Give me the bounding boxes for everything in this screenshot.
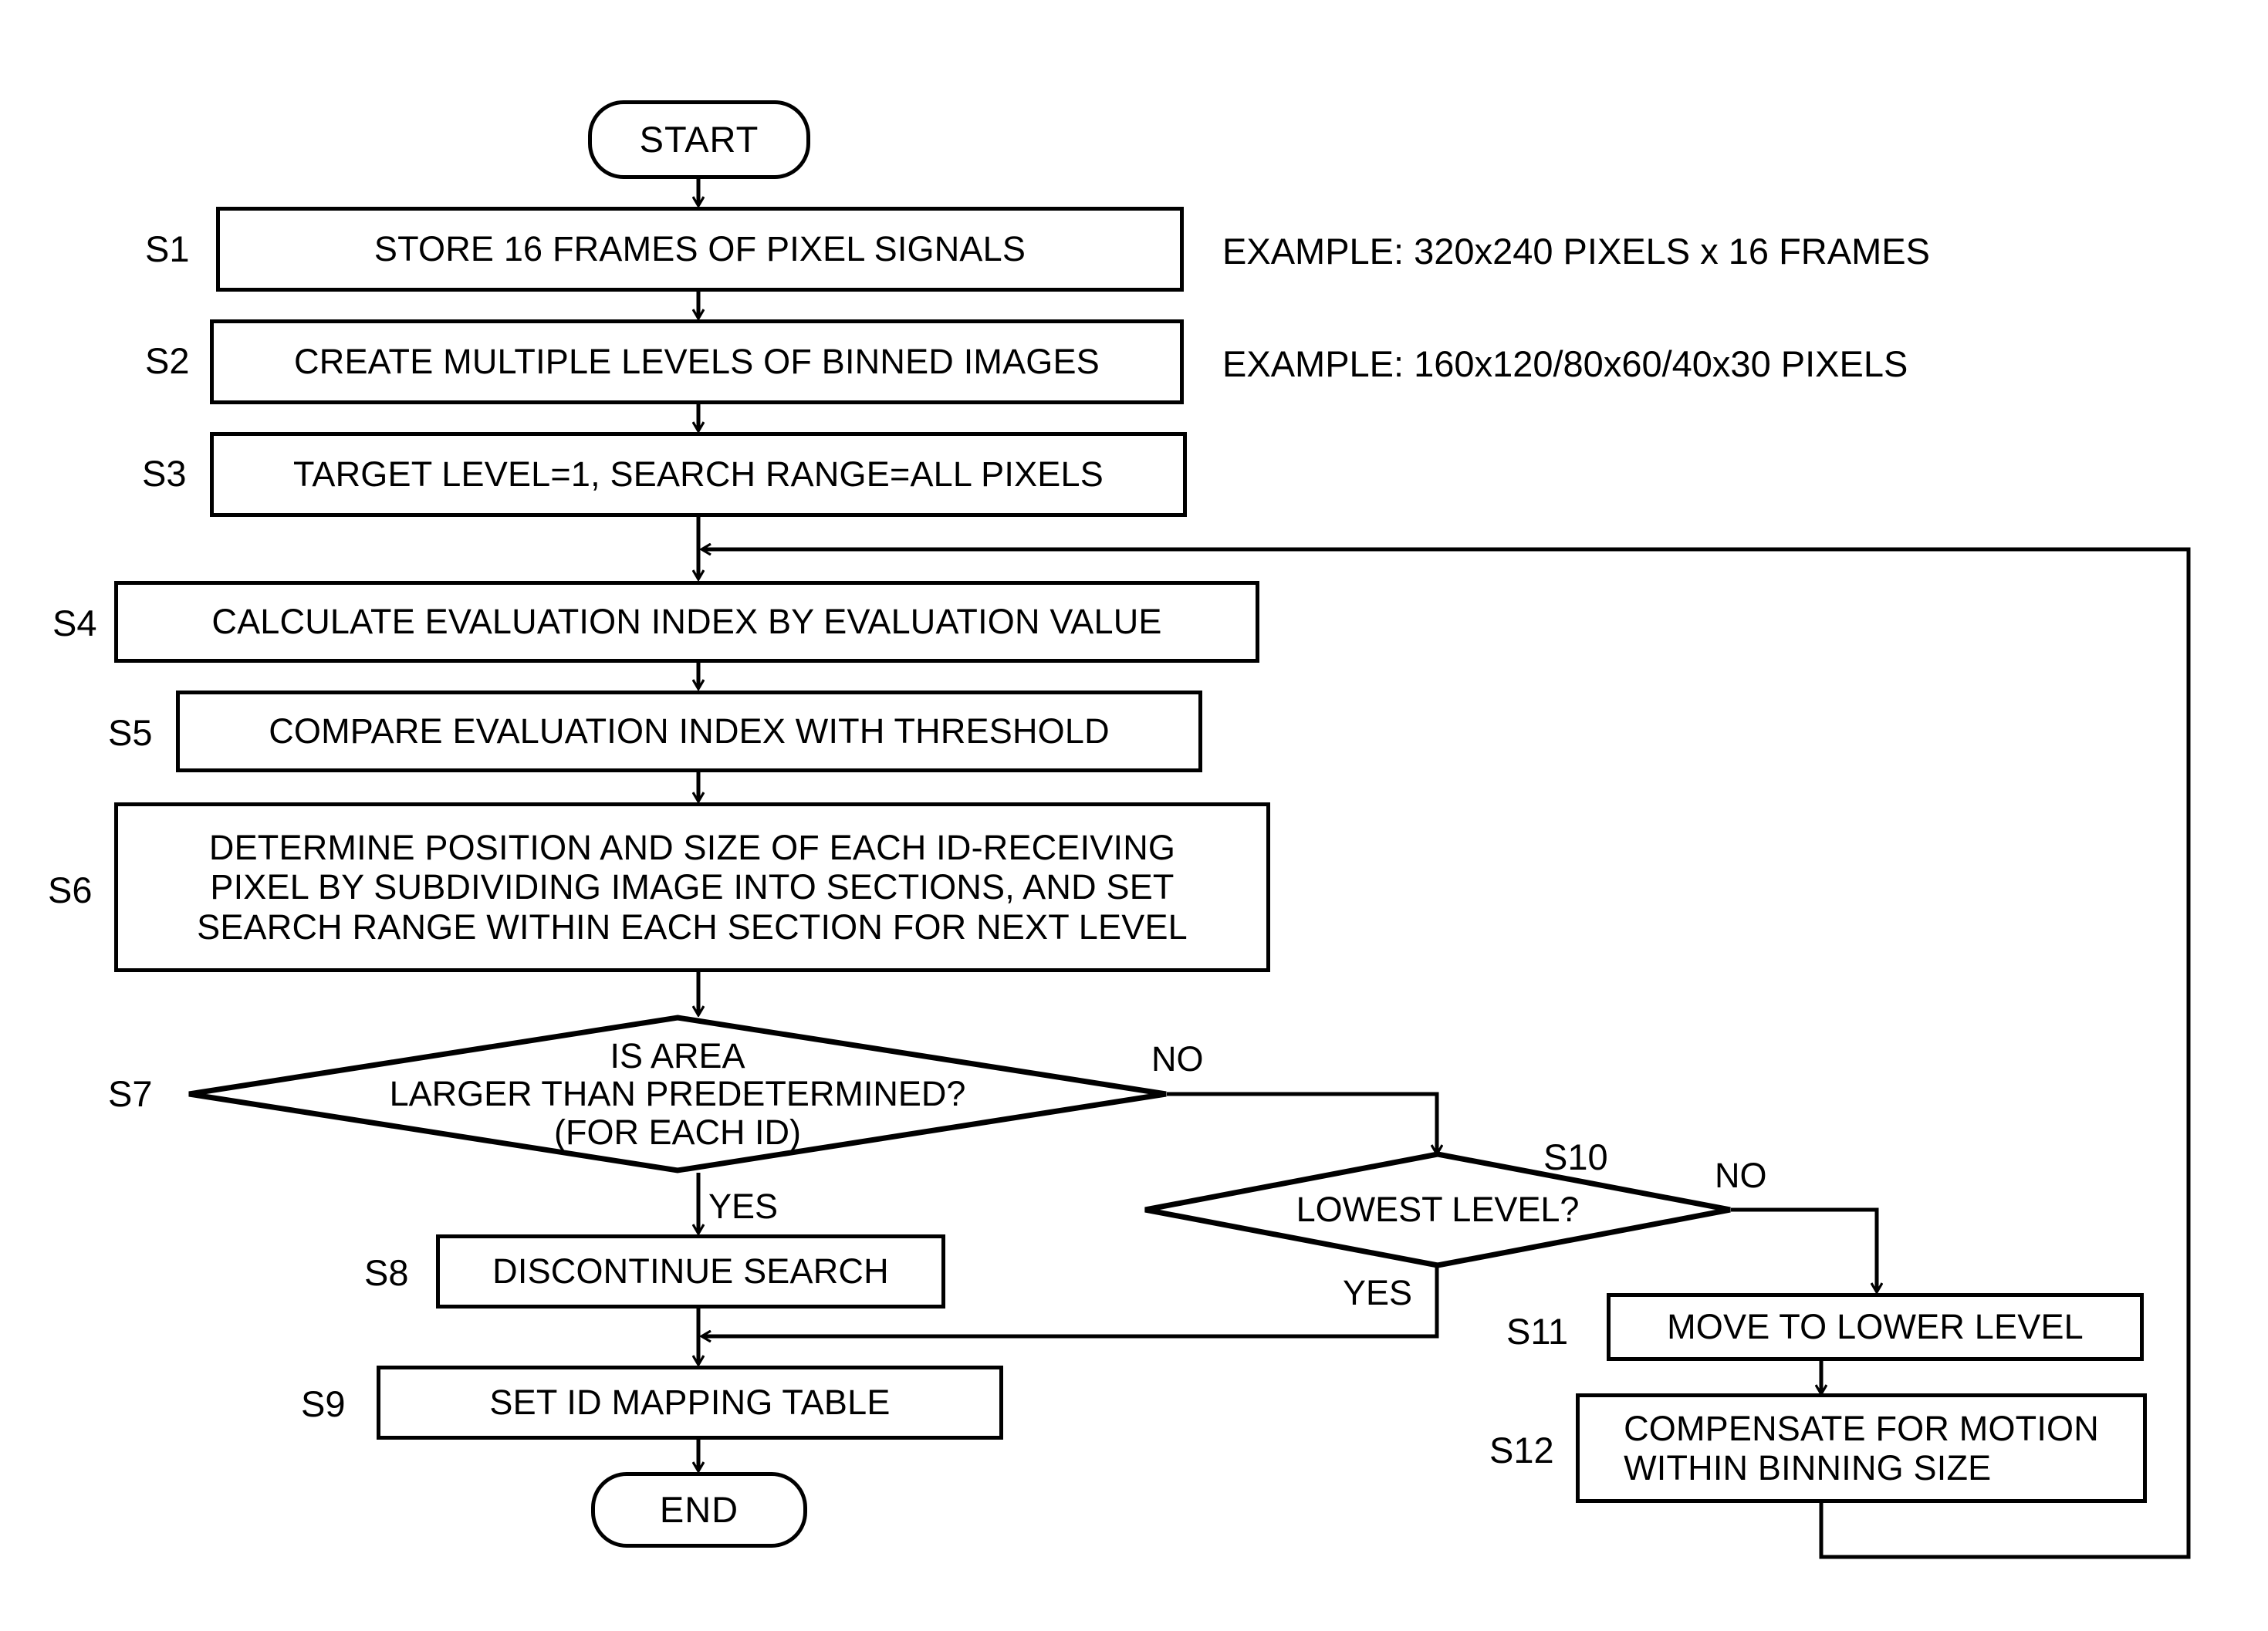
process-box-s5: COMPARE EVALUATION INDEX WITH THRESHOLD — [176, 691, 1202, 772]
process-box-s11: MOVE TO LOWER LEVEL — [1607, 1293, 2144, 1361]
terminator-start-label: START — [639, 119, 759, 160]
process-box-s1: STORE 16 FRAMES OF PIXEL SIGNALS — [216, 207, 1184, 292]
step-tag-s6: S6 — [48, 870, 93, 910]
decision-s10: LOWEST LEVEL? — [1142, 1151, 1733, 1268]
process-label-s5: COMPARE EVALUATION INDEX WITH THRESHOLD — [269, 711, 1110, 751]
process-box-s8: DISCONTINUE SEARCH — [436, 1234, 945, 1309]
process-box-s4: CALCULATE EVALUATION INDEX BY EVALUATION… — [114, 581, 1259, 663]
step-tag-s2: S2 — [145, 340, 190, 381]
step-tag-s11: S11 — [1506, 1311, 1569, 1352]
terminator-end-label: END — [659, 1489, 739, 1531]
process-box-s2: CREATE MULTIPLE LEVELS OF BINNED IMAGES — [210, 319, 1184, 404]
annotation-note-s2: EXAMPLE: 160x120/80x60/40x30 PIXELS — [1222, 343, 1908, 384]
decision-s7: IS AREA LARGER THAN PREDETERMINED? (FOR … — [185, 1014, 1170, 1174]
process-label-s2: CREATE MULTIPLE LEVELS OF BINNED IMAGES — [294, 342, 1100, 382]
decision-s7-text: IS AREA LARGER THAN PREDETERMINED? (FOR … — [185, 1014, 1170, 1174]
process-label-s6-line1: DETERMINE POSITION AND SIZE OF EACH ID-R… — [208, 828, 1176, 868]
process-label-s6-line3: SEARCH RANGE WITHIN EACH SECTION FOR NEX… — [197, 907, 1188, 947]
terminator-end: END — [591, 1472, 807, 1548]
annotation-note-s1: EXAMPLE: 320x240 PIXELS x 16 FRAMES — [1222, 231, 1930, 272]
decision-s7-yes-label: YES — [708, 1187, 779, 1226]
process-label-s3: TARGET LEVEL=1, SEARCH RANGE=ALL PIXELS — [293, 454, 1104, 495]
step-tag-s1: S1 — [145, 228, 190, 269]
process-label-s6-line2: PIXEL BY SUBDIVIDING IMAGE INTO SECTIONS… — [210, 867, 1175, 907]
process-label-s12-line2: WITHIN BINNING SIZE — [1624, 1448, 1992, 1487]
step-tag-s3: S3 — [142, 453, 187, 494]
process-label-s12-line1: COMPENSATE FOR MOTION — [1624, 1408, 2099, 1448]
decision-s10-line1: LOWEST LEVEL? — [1296, 1190, 1580, 1230]
step-tag-s9: S9 — [301, 1383, 346, 1424]
decision-s10-text: LOWEST LEVEL? — [1142, 1151, 1733, 1268]
process-label-s8: DISCONTINUE SEARCH — [492, 1251, 889, 1292]
process-box-s6: DETERMINE POSITION AND SIZE OF EACH ID-R… — [114, 802, 1270, 972]
process-label-s9: SET ID MAPPING TABLE — [489, 1383, 891, 1423]
process-label-s11: MOVE TO LOWER LEVEL — [1667, 1307, 2084, 1347]
decision-s7-line1: IS AREA — [610, 1035, 745, 1076]
edge-s10no-s11 — [1731, 1207, 1877, 1292]
decision-s7-line2: LARGER THAN PREDETERMINED? — [389, 1074, 966, 1114]
decision-s7-no-label: NO — [1151, 1039, 1204, 1079]
edge-s7no-s10 — [1167, 1092, 1437, 1153]
process-box-s12: COMPENSATE FOR MOTION WITHIN BINNING SIZ… — [1576, 1393, 2147, 1503]
process-box-s3: TARGET LEVEL=1, SEARCH RANGE=ALL PIXELS — [210, 432, 1187, 517]
process-box-s9: SET ID MAPPING TABLE — [377, 1366, 1003, 1440]
step-tag-s8: S8 — [364, 1252, 409, 1293]
flowchart-canvas: START S1 STORE 16 FRAMES OF PIXEL SIGNAL… — [0, 0, 2268, 1631]
decision-tag-s7: S7 — [108, 1073, 153, 1114]
decision-s10-no-label: NO — [1715, 1156, 1767, 1195]
process-label-s1: STORE 16 FRAMES OF PIXEL SIGNALS — [373, 229, 1026, 269]
decision-s7-line3: (FOR EACH ID) — [554, 1112, 801, 1152]
step-tag-s12: S12 — [1489, 1430, 1554, 1471]
process-label-s4: CALCULATE EVALUATION INDEX BY EVALUATION… — [211, 602, 1162, 642]
terminator-start: START — [588, 100, 810, 179]
step-tag-s5: S5 — [108, 712, 153, 753]
step-tag-s4: S4 — [52, 603, 97, 643]
decision-s10-yes-label: YES — [1343, 1273, 1413, 1312]
